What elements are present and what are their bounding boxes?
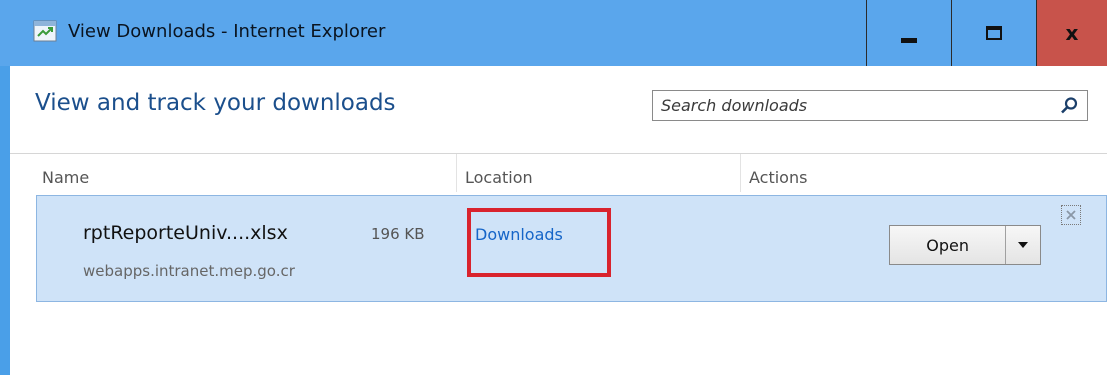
chevron-down-icon: [1018, 242, 1029, 248]
column-header-location[interactable]: Location: [465, 168, 533, 187]
file-name: rptReporteUniv....xlsx: [83, 222, 288, 244]
ie-window: View Downloads - Internet Explorer x Vie…: [0, 0, 1107, 375]
minimize-button[interactable]: [866, 0, 951, 66]
remove-download-button[interactable]: [1061, 205, 1081, 225]
close-icon: x: [1065, 21, 1079, 45]
header-divider: [10, 153, 1107, 154]
column-header-name[interactable]: Name: [42, 168, 89, 187]
downloads-app-icon: [33, 20, 57, 42]
column-separator: [456, 154, 457, 192]
downloads-panel: View and track your downloads Name Locat…: [10, 66, 1107, 375]
file-source: webapps.intranet.mep.go.cr: [83, 262, 295, 280]
minimize-icon: [901, 37, 917, 43]
search-icon[interactable]: [1059, 96, 1079, 116]
title-bar[interactable]: View Downloads - Internet Explorer x: [0, 0, 1107, 66]
maximize-icon: [986, 26, 1002, 40]
open-dropdown-button[interactable]: [1006, 226, 1040, 264]
search-input[interactable]: [653, 91, 1053, 120]
column-separator: [740, 154, 741, 192]
maximize-button[interactable]: [951, 0, 1036, 66]
open-button[interactable]: Open: [890, 226, 1007, 264]
window-title: View Downloads - Internet Explorer: [68, 21, 386, 42]
column-header-actions[interactable]: Actions: [749, 168, 807, 187]
close-button[interactable]: x: [1036, 0, 1107, 66]
file-size: 196 KB: [371, 225, 425, 243]
close-icon: [1066, 210, 1076, 220]
page-title: View and track your downloads: [35, 90, 396, 116]
download-row[interactable]: rptReporteUniv....xlsx 196 KB webapps.in…: [36, 195, 1107, 302]
open-split-button[interactable]: Open: [889, 225, 1041, 265]
highlight-box: [467, 208, 611, 277]
search-box[interactable]: [652, 90, 1088, 121]
